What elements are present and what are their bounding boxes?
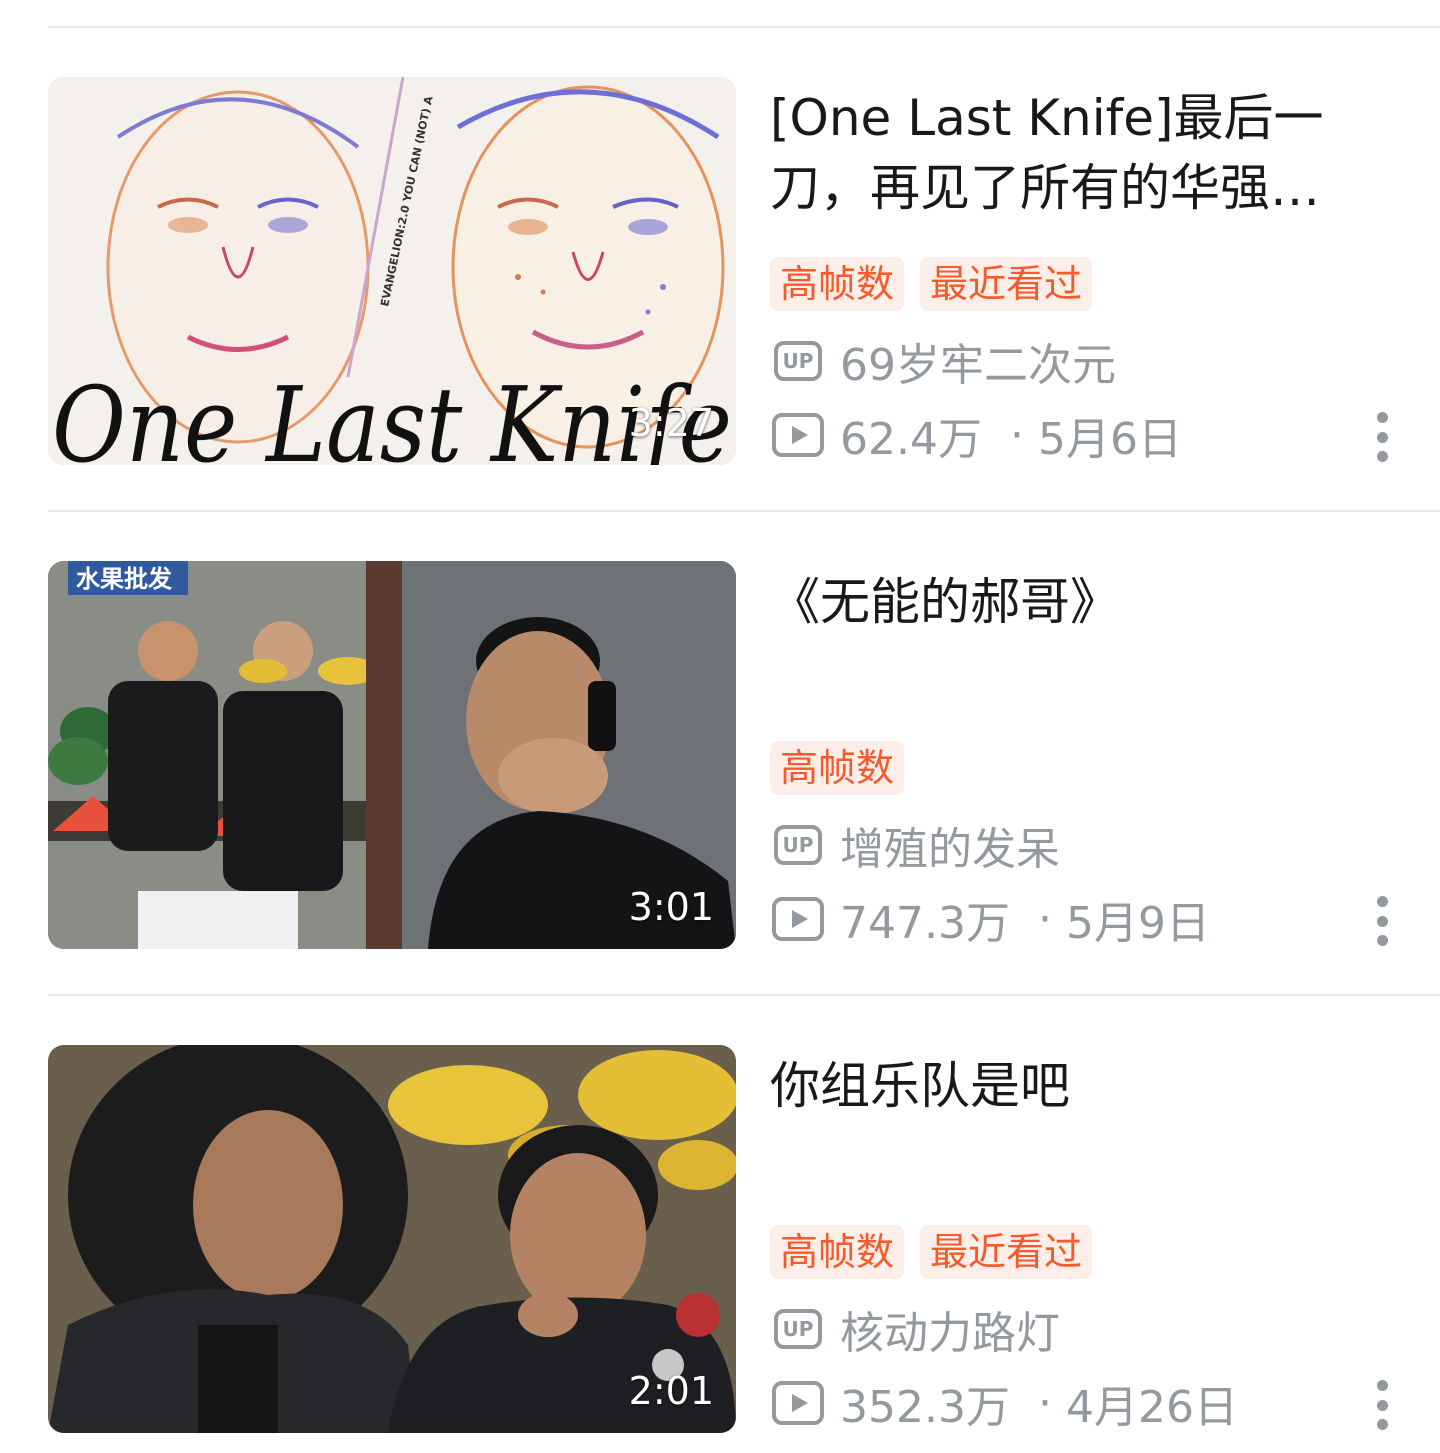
stats-row: 62.4万 · 5月6日 <box>770 407 1182 465</box>
video-card[interactable]: 水果批发 3:01 《无能的郝哥》 高帧数 UP 增殖的发呆 747.3万 · … <box>0 561 1440 951</box>
uploader-row[interactable]: UP 增殖的发呆 <box>770 817 1060 875</box>
divider <box>48 26 1440 28</box>
uploader-name: 核动力路灯 <box>840 1308 1060 1359</box>
stats-row: 352.3万 · 4月26日 <box>770 1375 1238 1433</box>
video-info: [One Last Knife]最后一刀，再见了所有的华强… 高帧数 最近看过 … <box>770 77 1410 465</box>
video-tags: 高帧数 最近看过 <box>770 257 1093 311</box>
tag-high-framerate: 高帧数 <box>770 257 905 311</box>
more-options-icon[interactable] <box>1372 412 1392 462</box>
thumbnail-sign-text: 水果批发 <box>76 565 172 593</box>
publish-date: 4月26日 <box>1065 1382 1238 1433</box>
separator: · <box>1009 409 1024 461</box>
video-title[interactable]: [One Last Knife]最后一刀，再见了所有的华强… <box>770 83 1390 223</box>
tag-high-framerate: 高帧数 <box>770 1225 905 1279</box>
video-thumbnail[interactable]: 水果批发 3:01 <box>48 561 736 949</box>
tag-recently-watched: 最近看过 <box>920 1225 1093 1279</box>
uploader-name: 增殖的发呆 <box>840 824 1060 875</box>
stats-row: 747.3万 · 5月9日 <box>770 891 1210 949</box>
tag-recently-watched: 最近看过 <box>920 257 1093 311</box>
video-thumbnail[interactable]: EVANGELION:2.0 YOU CAN (NOT) A One Last … <box>48 77 736 465</box>
uploader-row[interactable]: UP 69岁牢二次元 <box>770 333 1116 391</box>
video-thumbnail[interactable]: 2:01 <box>48 1045 736 1433</box>
up-icon: UP <box>774 341 822 381</box>
uploader-row[interactable]: UP 核动力路灯 <box>770 1301 1060 1359</box>
video-feed: EVANGELION:2.0 YOU CAN (NOT) A One Last … <box>0 0 1440 1453</box>
up-icon: UP <box>774 825 822 865</box>
more-options-icon[interactable] <box>1372 1380 1392 1430</box>
play-count-icon <box>772 413 824 457</box>
view-count: 352.3万 <box>840 1382 1010 1433</box>
uploader-name: 69岁牢二次元 <box>840 340 1116 391</box>
separator: · <box>1037 1377 1052 1429</box>
publish-date: 5月9日 <box>1065 898 1210 949</box>
video-duration: 2:01 <box>628 1369 714 1413</box>
divider <box>48 510 1440 512</box>
video-card[interactable]: EVANGELION:2.0 YOU CAN (NOT) A One Last … <box>0 77 1440 467</box>
separator: · <box>1037 893 1052 945</box>
up-icon: UP <box>774 1309 822 1349</box>
video-tags: 高帧数 <box>770 741 905 795</box>
video-info: 《无能的郝哥》 高帧数 UP 增殖的发呆 747.3万 · 5月9日 <box>770 561 1410 949</box>
video-info: 你组乐队是吧 高帧数 最近看过 UP 核动力路灯 352.3万 · 4月26日 <box>770 1045 1410 1433</box>
divider <box>48 994 1440 996</box>
tag-high-framerate: 高帧数 <box>770 741 905 795</box>
view-count: 62.4万 <box>840 414 982 465</box>
play-count-icon <box>772 897 824 941</box>
video-duration: 3:27 <box>628 401 714 445</box>
publish-date: 5月6日 <box>1037 414 1182 465</box>
video-duration: 3:01 <box>628 885 714 929</box>
view-count: 747.3万 <box>840 898 1010 949</box>
more-options-icon[interactable] <box>1372 896 1392 946</box>
video-title[interactable]: 你组乐队是吧 <box>770 1051 1390 1121</box>
video-card[interactable]: 2:01 你组乐队是吧 高帧数 最近看过 UP 核动力路灯 352.3万 · 4… <box>0 1045 1440 1435</box>
video-tags: 高帧数 最近看过 <box>770 1225 1093 1279</box>
play-count-icon <box>772 1381 824 1425</box>
video-title[interactable]: 《无能的郝哥》 <box>770 567 1390 637</box>
